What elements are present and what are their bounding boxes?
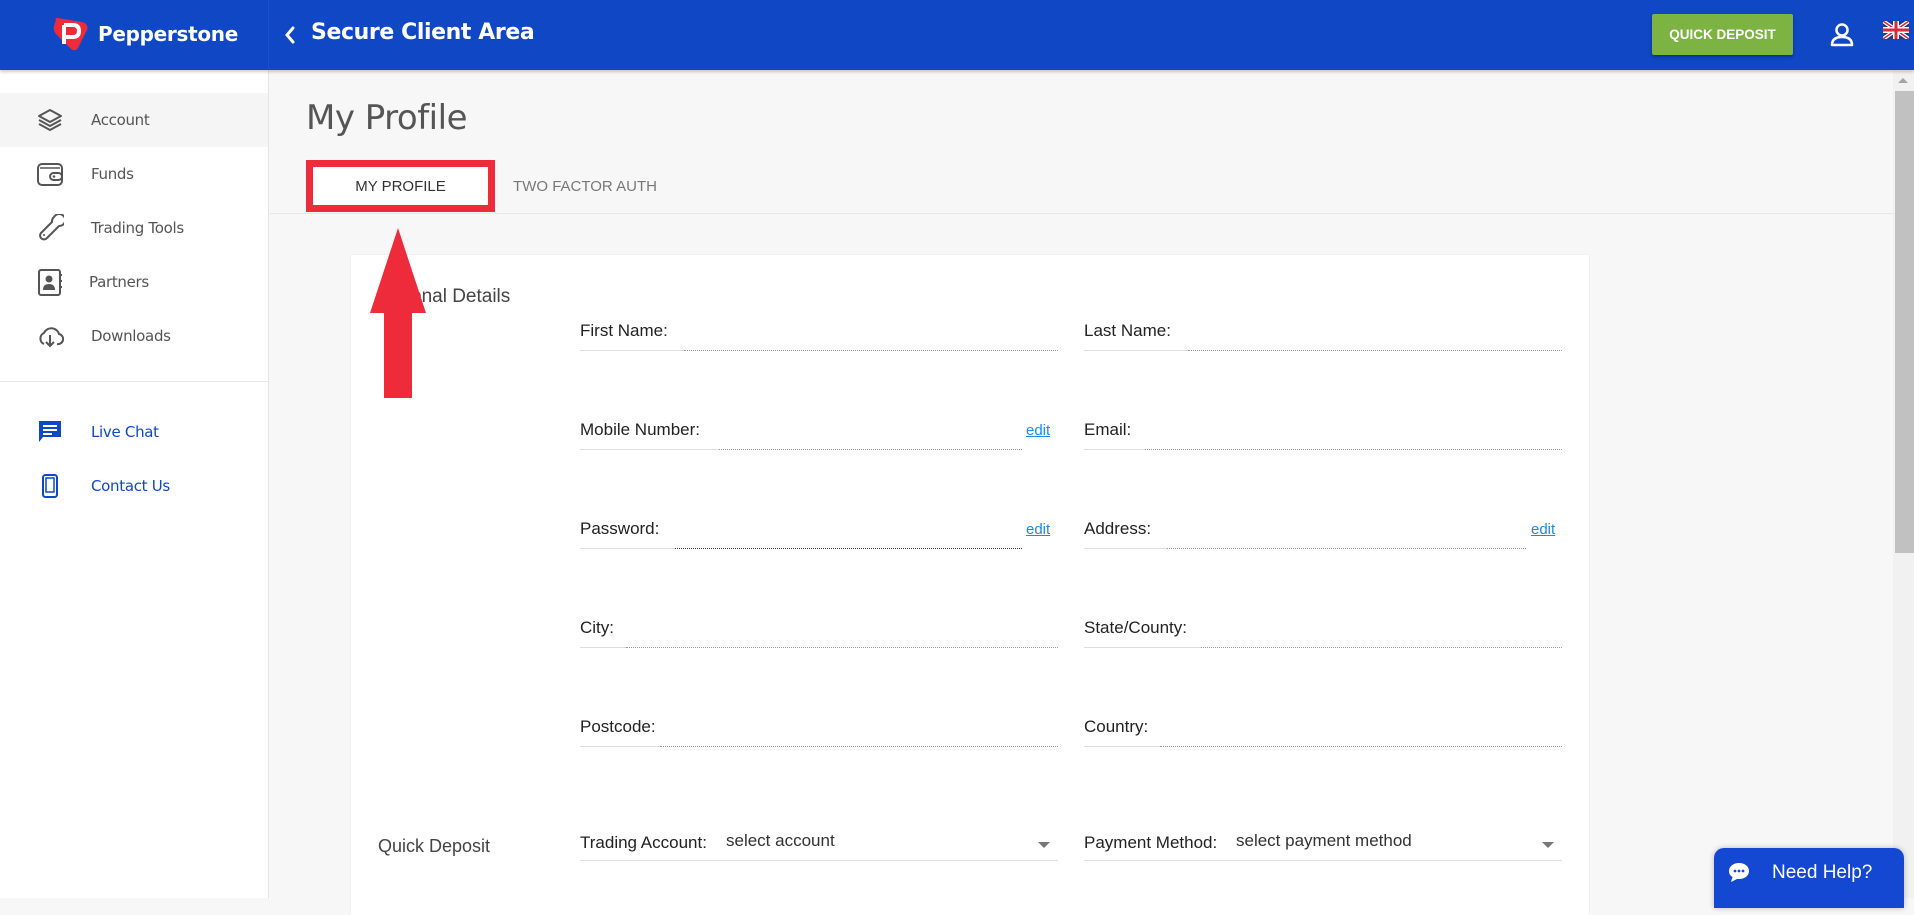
- sidebar-item-label: Funds: [91, 165, 134, 183]
- postcode-label: Postcode:: [580, 717, 656, 736]
- payment-method-select[interactable]: Payment Method: select payment method: [1084, 829, 1562, 861]
- quick-deposit-title: Quick Deposit: [378, 836, 491, 856]
- sidebar-item-contact-us[interactable]: Contact Us: [0, 459, 268, 513]
- payment-method-label: Payment Method:: [1084, 833, 1218, 852]
- sidebar-item-partners[interactable]: Partners: [0, 255, 268, 309]
- last-name-label: Last Name:: [1084, 321, 1171, 340]
- edit-mobile-link[interactable]: edit: [1026, 422, 1050, 439]
- payment-method-value: select payment method: [1236, 831, 1412, 850]
- state-county-field[interactable]: State/County:: [1084, 618, 1562, 648]
- password-field[interactable]: Password:: [580, 519, 1022, 549]
- header-divider: [268, 0, 269, 70]
- sidebar-item-label: Downloads: [91, 327, 171, 345]
- sidebar-item-downloads[interactable]: Downloads: [0, 309, 268, 363]
- sidebar-item-label: Account: [91, 111, 150, 129]
- tab-my-profile[interactable]: MY PROFILE: [306, 160, 495, 212]
- user-account-icon[interactable]: [1828, 21, 1856, 49]
- password-label: Password:: [580, 519, 660, 538]
- contact-book-icon: [38, 269, 62, 296]
- state-county-label: State/County:: [1084, 618, 1188, 637]
- sidebar-divider: [0, 381, 268, 382]
- sidebar-item-live-chat[interactable]: Live Chat: [0, 405, 268, 459]
- sidebar-item-label: Live Chat: [91, 423, 159, 441]
- trading-account-select[interactable]: Trading Account: select account: [580, 829, 1058, 861]
- profile-card: onal Details First Name: Last Name: Mobi…: [351, 255, 1589, 915]
- cloud-download-icon: [39, 327, 64, 348]
- city-field[interactable]: City:: [580, 618, 1058, 648]
- layers-icon: [38, 109, 62, 132]
- address-label: Address:: [1084, 519, 1152, 538]
- sidebar-item-account[interactable]: Account: [0, 93, 268, 147]
- sidebar: Account Funds Trading Tools Partners Dow…: [0, 70, 269, 898]
- chevron-down-icon: [1038, 842, 1050, 848]
- chat-bubble-icon: [1729, 863, 1749, 882]
- need-help-label: Need Help?: [1772, 862, 1873, 883]
- address-field[interactable]: Address:: [1084, 519, 1526, 549]
- sidebar-item-funds[interactable]: Funds: [0, 147, 268, 201]
- tabs-divider: [270, 213, 1893, 214]
- mobile-number-field[interactable]: Mobile Number:: [580, 420, 1022, 450]
- scroll-up-arrow-icon[interactable]: [1898, 78, 1908, 83]
- email-label: Email:: [1084, 420, 1132, 439]
- postcode-field[interactable]: Postcode:: [580, 717, 1058, 747]
- wallet-icon: [37, 163, 63, 186]
- scrollbar-thumb[interactable]: [1895, 91, 1914, 553]
- need-help-button[interactable]: Need Help?: [1714, 848, 1904, 908]
- sidebar-item-label: Contact Us: [91, 477, 170, 495]
- uk-flag-icon[interactable]: [1883, 21, 1909, 39]
- page-title: My Profile: [306, 98, 467, 138]
- last-name-field[interactable]: Last Name:: [1084, 321, 1562, 351]
- chat-icon: [39, 421, 61, 442]
- first-name-label: First Name:: [580, 321, 668, 340]
- email-field[interactable]: Email:: [1084, 420, 1562, 450]
- top-header: Pepperstone Secure Client Area QUICK DEP…: [0, 0, 1914, 70]
- mobile-number-label: Mobile Number:: [580, 420, 700, 439]
- quick-deposit-button[interactable]: QUICK DEPOSIT: [1652, 14, 1793, 55]
- trading-account-value: select account: [726, 831, 835, 850]
- first-name-field[interactable]: First Name:: [580, 321, 1058, 351]
- phone-icon: [42, 474, 58, 498]
- city-label: City:: [580, 618, 614, 637]
- edit-password-link[interactable]: edit: [1026, 521, 1050, 538]
- pepperstone-logo-icon: [53, 18, 88, 51]
- wrench-icon: [39, 214, 64, 241]
- brand-name: Pepperstone: [98, 22, 238, 46]
- edit-address-link[interactable]: edit: [1531, 521, 1555, 538]
- page-scrollbar[interactable]: [1893, 71, 1914, 898]
- back-chevron-icon[interactable]: [280, 22, 300, 48]
- chevron-down-icon: [1542, 842, 1554, 848]
- trading-account-label: Trading Account:: [580, 833, 707, 852]
- country-label: Country:: [1084, 717, 1149, 736]
- country-field[interactable]: Country:: [1084, 717, 1562, 747]
- sidebar-item-label: Trading Tools: [91, 219, 184, 237]
- header-title: Secure Client Area: [311, 20, 535, 45]
- brand-logo[interactable]: Pepperstone: [52, 16, 238, 52]
- annotation-arrow-icon: [370, 228, 426, 398]
- sidebar-item-trading-tools[interactable]: Trading Tools: [0, 201, 268, 255]
- sidebar-item-label: Partners: [89, 273, 149, 291]
- tab-two-factor-auth[interactable]: TWO FACTOR AUTH: [500, 160, 670, 212]
